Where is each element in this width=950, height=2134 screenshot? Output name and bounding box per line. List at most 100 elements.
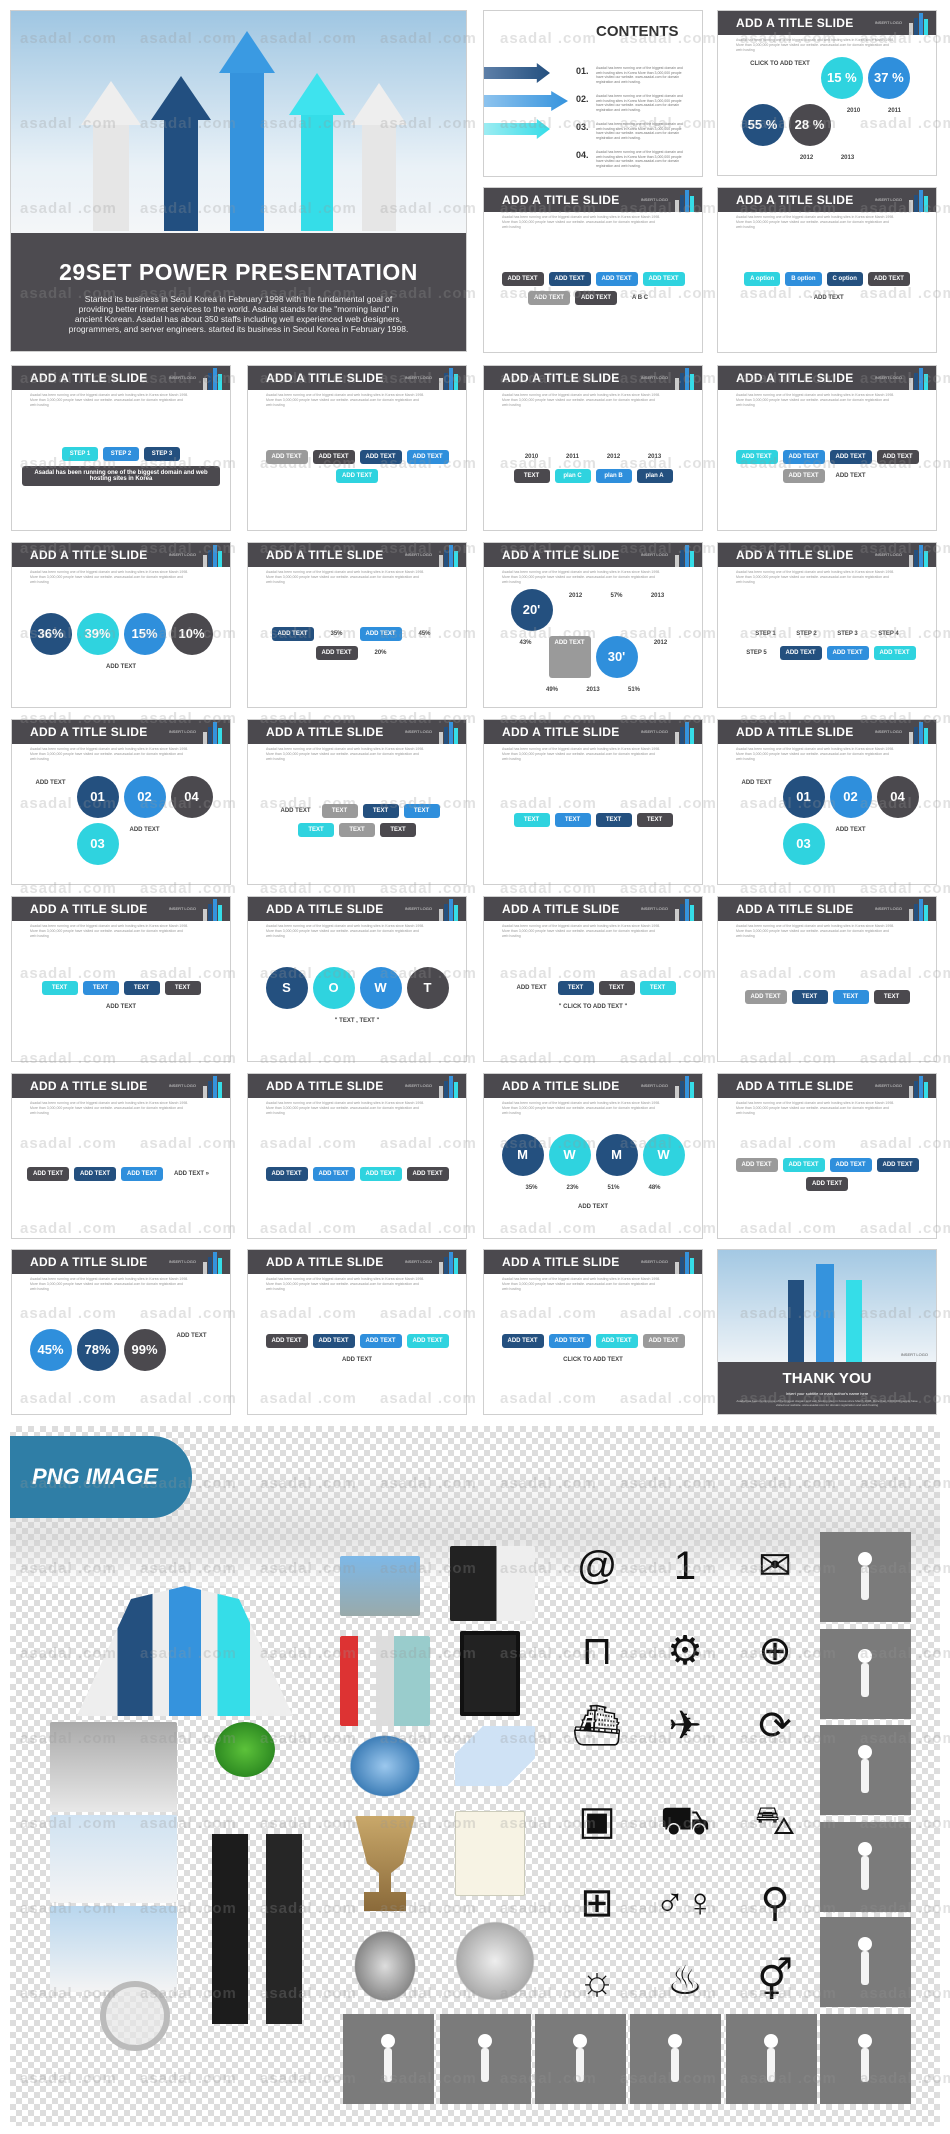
template-slide[interactable]: ADD A TITLE SLIDE INSERT LOGO Asadal has… — [11, 719, 231, 885]
template-slide[interactable]: ADD A TITLE SLIDE INSERT LOGO Asadal has… — [11, 365, 231, 531]
slide-label: TEXT — [321, 803, 358, 818]
stick-figure-image — [535, 2014, 626, 2104]
template-slide[interactable]: ADD A TITLE SLIDE INSERT LOGO Asadal has… — [717, 896, 937, 1062]
arrows-logo-icon — [672, 545, 698, 567]
slide-label: 55 % — [741, 104, 784, 146]
template-slide[interactable]: ADD A TITLE SLIDE INSERT LOGO Asadal has… — [717, 365, 937, 531]
insert-logo: INSERT LOGO — [168, 906, 196, 911]
template-slide[interactable]: ADD A TITLE SLIDE INSERT LOGO Asadal has… — [247, 719, 467, 885]
slide-label: TEXT — [639, 980, 676, 995]
contents-item[interactable]: 02. Asadal has been running one of the bi… — [576, 94, 696, 116]
template-slide[interactable]: ADD A TITLE SLIDE INSERT LOGO Asadal has… — [247, 542, 467, 708]
template-slide[interactable]: ADD A TITLE SLIDE INSERT LOGO Asadal has… — [717, 542, 937, 708]
arrow-blue — [219, 31, 275, 231]
slide-description: Asadal has been running one of the bigge… — [736, 570, 895, 584]
slide-label: 35% — [330, 630, 343, 637]
slide-description: Asadal has been running one of the bigge… — [30, 1101, 189, 1115]
template-slide[interactable]: ADD A TITLE SLIDE INSERT LOGO Asadal has… — [11, 1249, 231, 1415]
contents-item[interactable]: 03. Asadal has been running one of the bi… — [576, 122, 696, 144]
man-woman-icon: ♂♀ — [655, 1881, 715, 1925]
template-slide[interactable]: ADD A TITLE SLIDE INSERT LOGO Asadal has… — [483, 896, 703, 1062]
insert-logo: INSERT LOGO — [874, 1083, 902, 1088]
slide-label: W — [642, 1134, 685, 1176]
template-slide[interactable]: ADD A TITLE SLIDE INSERT LOGO Asadal has… — [483, 719, 703, 885]
template-slide[interactable]: ADD A TITLE SLIDE INSERT LOGO Asadal has… — [717, 719, 937, 885]
stick-figure-icon — [858, 1842, 872, 1890]
sun-icon: ☼ — [578, 1959, 616, 2003]
slide-header: ADD A TITLE SLIDE INSERT LOGO — [484, 188, 702, 212]
template-slide[interactable]: ADD A TITLE SLIDE INSERT LOGO Asadal has… — [11, 1073, 231, 1239]
contents-item[interactable]: 01. Asadal has been running one of the bi… — [576, 66, 696, 88]
template-slide[interactable]: ADD A TITLE SLIDE INSERT LOGO Asadal has… — [11, 896, 231, 1062]
thank-you-title: THANK YOU — [782, 1370, 872, 1387]
trophy-image — [355, 1816, 415, 1911]
slide-label: Asadal has been running one of the bigge… — [22, 465, 220, 486]
thank-you-slide: INSERT LOGO THANK YOU Insert your subtit… — [717, 1249, 937, 1415]
slide-label: ADD TEXT — [129, 826, 160, 833]
template-slide[interactable]: ADD A TITLE SLIDE INSERT LOGO Asadal has… — [483, 187, 703, 353]
arrows-logo-icon — [436, 899, 462, 921]
template-slide[interactable]: ADD A TITLE SLIDE INSERT LOGO Asadal has… — [247, 1073, 467, 1239]
stick-figure-image — [440, 2014, 531, 2104]
slide-label: ADD TEXT — [744, 990, 787, 1004]
template-slide[interactable]: ADD A TITLE SLIDE INSERT LOGO Asadal has… — [717, 1073, 937, 1239]
slide-label: 02 — [123, 775, 166, 818]
slide-label: TEXT — [123, 980, 160, 995]
template-slide[interactable]: ADD A TITLE SLIDE INSERT LOGO Asadal has… — [483, 1249, 703, 1415]
slide-body: ADD TEXT ADD TEXT ADD TEXT ADD TEXT ADD TEXT — [258, 410, 456, 522]
description: Asadal has been running one of the bigge… — [736, 1399, 918, 1407]
arrows-logo-icon — [672, 1076, 698, 1098]
tablet-image — [460, 1631, 520, 1716]
slide-label: 04 — [876, 775, 919, 818]
slide-label: ADD TEXT — [406, 449, 449, 464]
slide-title: ADD A TITLE SLIDE — [736, 16, 854, 30]
template-slide[interactable]: ADD A TITLE SLIDE INSERT LOGO Asadal has… — [247, 365, 467, 531]
template-slide[interactable]: ADD A TITLE SLIDE INSERT LOGO Asadal has… — [247, 1249, 467, 1415]
slide-label: 30' — [595, 636, 638, 678]
arrow-white-right — [351, 83, 407, 231]
png-image-section: PNG IMAGE @1 ✉ ⊓ ⚙ ⊕ ⛴ ✈ ⟳ ▣ ⛟ ⛍ ⊞ ♂♀ ⚲ ☼ ♨ ⚥ — [10, 1426, 940, 2126]
slide-label: ADD TEXT — [835, 472, 866, 479]
jumping-team-photo — [50, 1815, 177, 1903]
template-slide[interactable]: ADD A TITLE SLIDE INSERT LOGO Asadal has… — [483, 542, 703, 708]
title-band: THANK YOU Insert your subtitle or main a… — [718, 1362, 936, 1414]
slide-description: Asadal has been running one of the bigge… — [266, 924, 425, 938]
insert-logo: INSERT LOGO — [640, 552, 668, 557]
stick-figure-image — [820, 1917, 911, 2007]
slide-label: ADD TEXT — [406, 1167, 449, 1181]
slide-label: 35% — [525, 1185, 538, 1191]
template-slide[interactable]: ADD A TITLE SLIDE INSERT LOGO Asadal has… — [717, 10, 937, 176]
template-slide[interactable]: ADD A TITLE SLIDE INSERT LOGO Asadal has… — [247, 896, 467, 1062]
template-slide[interactable]: ADD A TITLE SLIDE INSERT LOGO Asadal has… — [483, 365, 703, 531]
contents-item[interactable]: 04. Asadal has been running one of the bi… — [576, 150, 696, 172]
slide-label: STEP 2 — [796, 630, 817, 637]
slide-label: ADD TEXT — [595, 1333, 638, 1348]
stick-figure-image — [820, 1725, 911, 1815]
slide-label: plan B — [595, 468, 632, 483]
slide-label: 03 — [782, 822, 825, 865]
arrows-logo-icon — [436, 722, 462, 744]
slide-title: ADD A TITLE SLIDE — [266, 1255, 384, 1269]
slide-header: ADD A TITLE SLIDE INSERT LOGO — [248, 897, 466, 921]
slide-label: TEXT — [598, 980, 635, 995]
slide-label: TEXT — [403, 803, 440, 818]
slide-label: C option — [826, 271, 863, 286]
arrows-logo-icon — [672, 722, 698, 744]
slide-label: T — [406, 966, 449, 1009]
item-text: Asadal has been running one of the bigge… — [596, 122, 683, 140]
slide-body: CLICK TO ADD TEXT 15 % 37 % 55 % 28 % 2010 201… — [728, 55, 926, 167]
template-slide[interactable]: ADD A TITLE SLIDE INSERT LOGO Asadal has… — [483, 1073, 703, 1239]
slide-label: TEXT — [557, 980, 594, 995]
certificate-image — [455, 1811, 525, 1896]
insert-logo: INSERT LOGO — [640, 729, 668, 734]
slide-label: 2012 — [606, 453, 621, 460]
template-slide[interactable]: ADD A TITLE SLIDE INSERT LOGO Asadal has… — [11, 542, 231, 708]
template-slide[interactable]: ADD A TITLE SLIDE INSERT LOGO Asadal has… — [717, 187, 937, 353]
slide-label: ADD TEXT — [829, 449, 872, 464]
slide-label: " CLICK TO ADD TEXT " — [558, 1003, 628, 1010]
slide-title: ADD A TITLE SLIDE — [736, 193, 854, 207]
slide-body: ADD TEXT ADD TEXT ADD TEXT ADD TEXT » — [22, 1118, 220, 1230]
insert-logo: INSERT LOGO — [404, 906, 432, 911]
bus-icon: ▣ — [578, 1799, 616, 1843]
slide-description: Asadal has been running one of the bigge… — [736, 393, 895, 407]
